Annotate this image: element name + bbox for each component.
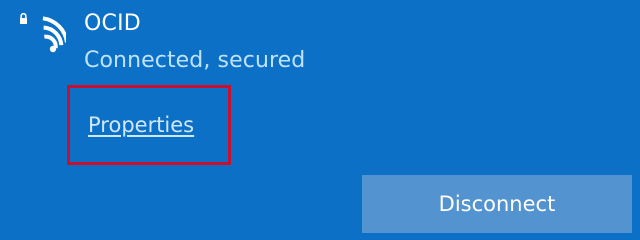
properties-link[interactable]: Properties	[88, 111, 194, 139]
network-name: OCID	[84, 11, 141, 36]
wifi-secured-icon	[20, 12, 66, 53]
wifi-network-panel: OCID Connected, secured Properties Disco…	[0, 0, 640, 239]
network-status: Connected, secured	[84, 48, 306, 73]
disconnect-button[interactable]: Disconnect	[362, 175, 632, 233]
